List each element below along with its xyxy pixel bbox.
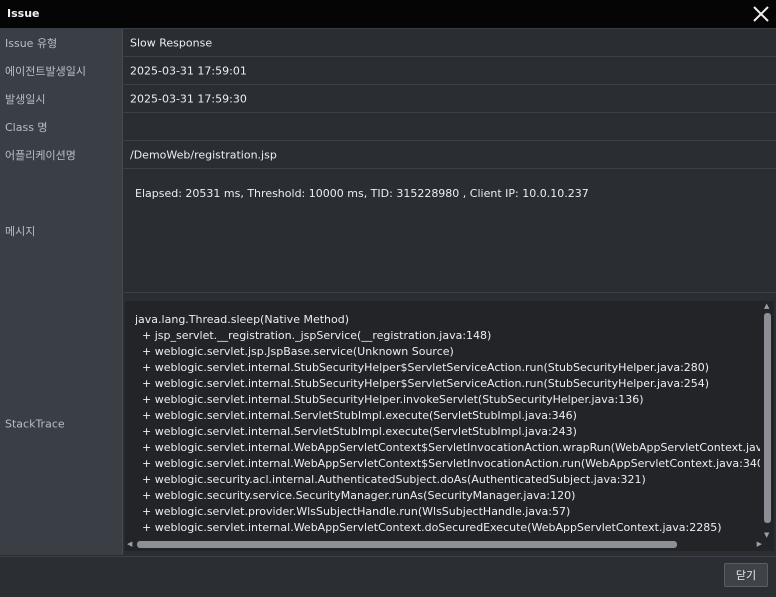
scroll-down-icon[interactable]: ▼	[764, 532, 769, 539]
field-value-cell	[123, 113, 776, 140]
field-value: /DemoWeb/registration.jsp	[130, 148, 277, 161]
field-value-cell: /DemoWeb/registration.jsp	[123, 141, 776, 168]
field-label: Issue 유형	[5, 36, 58, 50]
field-row-application: 어플리케이션명 /DemoWeb/registration.jsp	[0, 141, 776, 169]
field-row-stacktrace: StackTrace java.lang.Thread.sleep(Native…	[0, 293, 776, 555]
stacktrace-line: java.lang.Thread.sleep(Native Method)	[135, 313, 350, 326]
field-label-cell: 어플리케이션명	[0, 141, 123, 168]
stacktrace-line: + weblogic.servlet.internal.WebAppServle…	[135, 457, 760, 470]
stacktrace-line: + weblogic.servlet.internal.WebAppServle…	[135, 521, 722, 534]
dialog-footer: 닫기	[0, 556, 776, 597]
horizontal-scrollbar[interactable]: ◀ ▶	[127, 540, 762, 549]
field-row-class-name: Class 명	[0, 113, 776, 141]
scroll-left-icon[interactable]: ◀	[127, 541, 132, 548]
field-label-cell: Class 명	[0, 113, 123, 140]
field-row-message: 메시지 Elapsed: 20531 ms, Threshold: 10000 …	[0, 169, 776, 293]
field-row-agent-time: 에이전트발생일시 2025-03-31 17:59:01	[0, 57, 776, 85]
field-value: 2025-03-31 17:59:30	[130, 92, 247, 105]
field-row-issue-type: Issue 유형 Slow Response	[0, 29, 776, 57]
stacktrace-line: + weblogic.servlet.internal.StubSecurity…	[135, 377, 710, 390]
stacktrace-line: + weblogic.servlet.internal.StubSecurity…	[135, 361, 710, 374]
field-row-occurred-time: 발생일시 2025-03-31 17:59:30	[0, 85, 776, 113]
stacktrace-line: + weblogic.servlet.internal.ServletStubI…	[135, 425, 577, 438]
stacktrace-line: + jsp_servlet.__registration._jspService…	[135, 329, 492, 342]
stacktrace-line: + weblogic.servlet.provider.WlsSubjectHa…	[135, 505, 571, 518]
stacktrace-line: + weblogic.security.service.SecurityMana…	[135, 489, 576, 502]
stacktrace-value-cell: java.lang.Thread.sleep(Native Method) + …	[123, 293, 776, 555]
dialog-titlebar: Issue	[0, 0, 776, 29]
field-value: 2025-03-31 17:59:01	[130, 64, 247, 77]
stacktrace-textarea[interactable]: java.lang.Thread.sleep(Native Method) + …	[125, 301, 774, 551]
stacktrace-line: + weblogic.security.acl.internal.Authent…	[135, 473, 646, 486]
message-value-cell: Elapsed: 20531 ms, Threshold: 10000 ms, …	[123, 169, 776, 292]
horizontal-scroll-thumb[interactable]	[137, 541, 677, 548]
stacktrace-line: + weblogic.servlet.internal.StubSecurity…	[135, 393, 644, 406]
message-label: 메시지	[5, 224, 36, 238]
field-label-cell: StackTrace	[0, 293, 123, 555]
message-text: Elapsed: 20531 ms, Threshold: 10000 ms, …	[135, 187, 589, 200]
field-label: 발생일시	[5, 92, 46, 106]
field-value-cell: 2025-03-31 17:59:30	[123, 85, 776, 112]
scroll-up-icon[interactable]: ▲	[764, 303, 769, 310]
scroll-right-icon[interactable]: ▶	[757, 541, 762, 548]
field-value-cell: Slow Response	[123, 29, 776, 56]
field-label-cell: Issue 유형	[0, 29, 123, 56]
field-value-cell: 2025-03-31 17:59:01	[123, 57, 776, 84]
field-label-cell: 발생일시	[0, 85, 123, 112]
field-label: 에이전트발생일시	[5, 64, 86, 78]
stacktrace-label: StackTrace	[5, 417, 65, 431]
vertical-scrollbar[interactable]: ▲ ▼	[763, 303, 772, 539]
stacktrace-line: + weblogic.servlet.internal.WebAppServle…	[135, 441, 760, 454]
field-label: Class 명	[5, 120, 48, 134]
field-label-cell: 메시지	[0, 169, 123, 292]
stacktrace-lines: java.lang.Thread.sleep(Native Method) + …	[135, 312, 760, 537]
issue-dialog: Issue Issue 유형 Slow Response 에이전트발생일시 20…	[0, 0, 776, 597]
close-button[interactable]: 닫기	[724, 563, 768, 587]
field-value: Slow Response	[130, 36, 213, 49]
field-label-cell: 에이전트발생일시	[0, 57, 123, 84]
vertical-scroll-thumb[interactable]	[764, 313, 771, 523]
stacktrace-line: + weblogic.servlet.jsp.JspBase.service(U…	[135, 345, 454, 358]
stacktrace-line: + weblogic.servlet.internal.ServletStubI…	[135, 409, 577, 422]
dialog-title: Issue	[7, 7, 40, 20]
close-icon[interactable]	[752, 5, 770, 23]
field-label: 어플리케이션명	[5, 148, 76, 162]
